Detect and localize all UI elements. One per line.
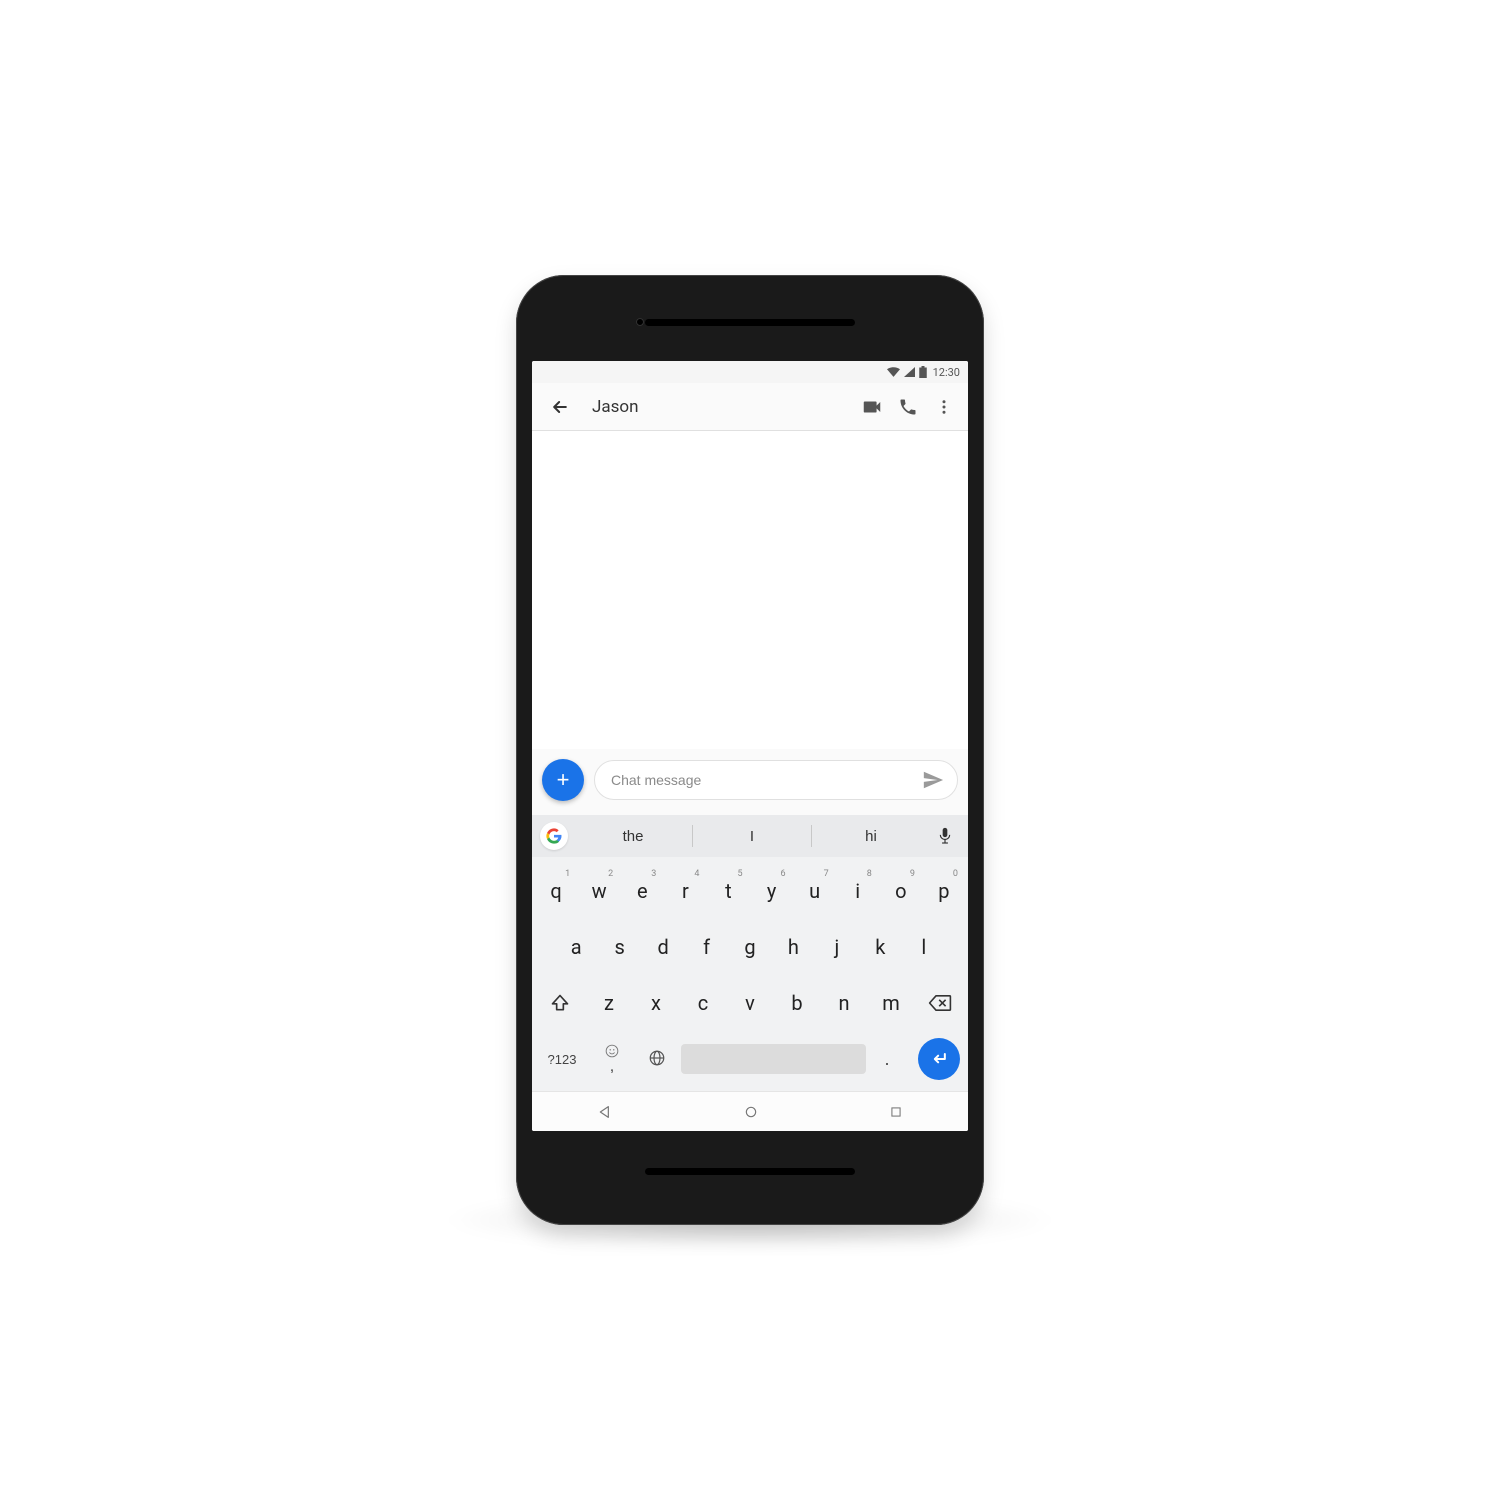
comma-key[interactable]: , [591, 1035, 633, 1083]
key-i[interactable]: i8 [838, 867, 878, 915]
key-u[interactable]: u7 [795, 867, 835, 915]
language-key[interactable] [636, 1035, 678, 1083]
back-button[interactable] [542, 389, 578, 425]
square-recent-icon [889, 1105, 903, 1119]
key-q[interactable]: q1 [536, 867, 576, 915]
enter-icon [929, 1049, 949, 1069]
phone-frame: 12:30 Jason [516, 275, 984, 1225]
clock-text: 12:30 [933, 366, 960, 379]
enter-key[interactable] [918, 1038, 960, 1080]
nav-home-button[interactable] [743, 1104, 759, 1120]
battery-icon [919, 366, 927, 378]
key-h[interactable]: h [773, 923, 813, 971]
key-c[interactable]: c [681, 979, 725, 1027]
key-d[interactable]: d [643, 923, 683, 971]
status-bar: 12:30 [532, 361, 968, 383]
backspace-key[interactable] [916, 979, 964, 1027]
key-w[interactable]: w2 [579, 867, 619, 915]
suggestion-strip: the I hi [532, 815, 968, 857]
space-key[interactable] [681, 1044, 866, 1074]
compose-field [594, 760, 958, 800]
key-s[interactable]: s [599, 923, 639, 971]
key-b[interactable]: b [775, 979, 819, 1027]
voice-call-button[interactable] [890, 389, 926, 425]
key-v[interactable]: v [728, 979, 772, 1027]
wifi-icon [887, 367, 900, 377]
message-input[interactable] [611, 772, 917, 788]
key-n[interactable]: n [822, 979, 866, 1027]
key-l[interactable]: l [904, 923, 944, 971]
key-t[interactable]: t5 [708, 867, 748, 915]
key-e[interactable]: e3 [622, 867, 662, 915]
google-search-button[interactable] [540, 822, 568, 850]
key-p[interactable]: p0 [924, 867, 964, 915]
overflow-menu-button[interactable] [926, 389, 962, 425]
send-button[interactable] [917, 764, 949, 796]
backspace-icon [928, 993, 952, 1013]
key-r[interactable]: r4 [665, 867, 705, 915]
key-m[interactable]: m [869, 979, 913, 1027]
symbols-key[interactable]: ?123 [536, 1035, 588, 1083]
keyboard: q1w2e3r4t5y6u7i8o9p0 asdfghjkl zxcvbnm ?… [532, 857, 968, 1091]
cellular-icon [904, 367, 915, 377]
microphone-icon [938, 827, 952, 845]
video-call-button[interactable] [854, 389, 890, 425]
period-key[interactable]: . [869, 1035, 905, 1083]
attach-button[interactable]: + [542, 759, 584, 801]
shift-key[interactable] [536, 979, 584, 1027]
google-icon [546, 828, 562, 844]
suggestion-2[interactable]: I [693, 815, 811, 857]
key-x[interactable]: x [634, 979, 678, 1027]
screen: 12:30 Jason [532, 361, 968, 1131]
conversation-title: Jason [592, 397, 638, 417]
key-j[interactable]: j [817, 923, 857, 971]
messages-area[interactable] [532, 431, 968, 749]
key-o[interactable]: o9 [881, 867, 921, 915]
circle-home-icon [743, 1104, 759, 1120]
nav-recent-button[interactable] [889, 1105, 903, 1119]
triangle-back-icon [597, 1104, 613, 1120]
app-bar: Jason [532, 383, 968, 431]
key-z[interactable]: z [587, 979, 631, 1027]
shift-icon [550, 993, 570, 1013]
compose-bar: + [532, 749, 968, 815]
key-k[interactable]: k [860, 923, 900, 971]
globe-icon [648, 1049, 666, 1070]
nav-back-button[interactable] [597, 1104, 613, 1120]
voice-input-button[interactable] [930, 827, 960, 845]
suggestion-3[interactable]: hi [812, 815, 930, 857]
key-f[interactable]: f [686, 923, 726, 971]
key-g[interactable]: g [730, 923, 770, 971]
key-a[interactable]: a [556, 923, 596, 971]
key-y[interactable]: y6 [752, 867, 792, 915]
plus-icon: + [557, 769, 570, 791]
suggestion-1[interactable]: the [574, 815, 692, 857]
system-nav-bar [532, 1091, 968, 1131]
